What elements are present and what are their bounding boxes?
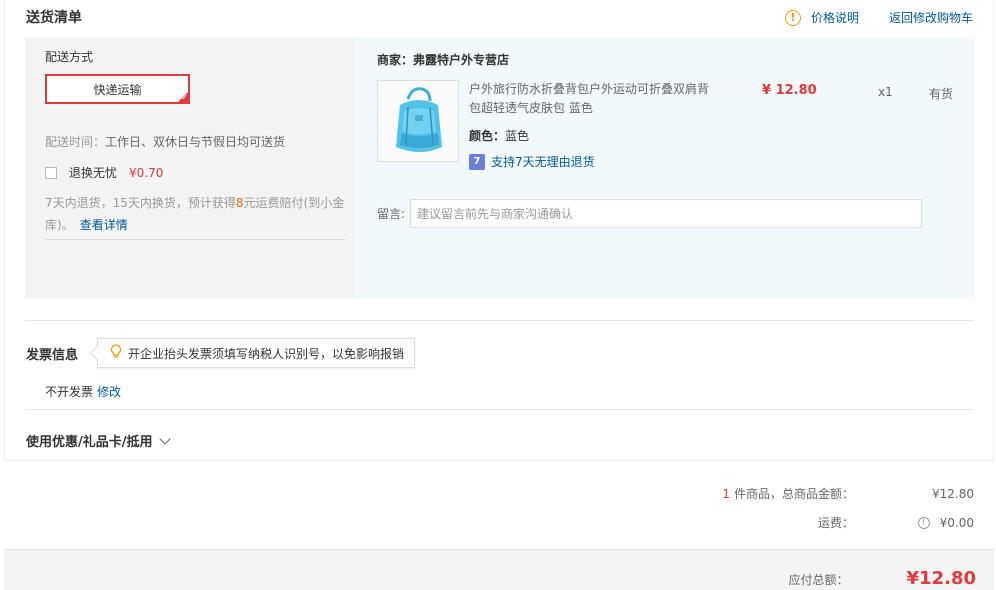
shipping-fee-value: ! ¥0.00 — [854, 516, 974, 530]
seven-day-return-icon: 7 — [469, 153, 485, 170]
insurance-price: ¥0.70 — [129, 165, 164, 180]
payment-total: 应付总额： ¥12.80 — [789, 568, 976, 589]
shipping-method-option[interactable]: 快递运输 ✓ — [45, 74, 190, 104]
pay-total-amount: ¥12.80 — [906, 568, 976, 589]
insurance-desc-prefix: 7天内退货，15天内换货，预计获得 — [45, 196, 236, 210]
payment-bar: 应付总额： ¥12.80 — [4, 549, 994, 590]
info-icon[interactable]: ! — [917, 516, 930, 529]
item-total-label: 1 件商品，总商品金额： — [714, 485, 854, 502]
invoice-value-text: 不开发票 — [45, 385, 94, 399]
item-count: 1 — [722, 487, 730, 501]
insurance-detail-link[interactable]: 查看详情 — [80, 218, 128, 232]
return-policy-text: 支持7天无理由退货 — [491, 155, 595, 169]
price-info-label: 价格说明 — [810, 11, 859, 25]
chevron-down-icon — [158, 432, 171, 445]
product-quantity: x1 — [878, 85, 893, 99]
shipping-time-value: 工作日、双休日与节假日均可送货 — [105, 135, 286, 149]
message-input[interactable] — [410, 199, 922, 228]
product-price: ¥ 12.80 — [762, 83, 817, 98]
shipping-time-label: 配送时间： — [45, 135, 106, 149]
shipping-box: 配送方式 快递运输 ✓ 配送时间：工作日、双休日与节假日均可送货 退换无忧 ¥0… — [25, 37, 974, 299]
message-label: 留言: — [377, 207, 406, 221]
product-color-value: 蓝色 — [505, 129, 530, 143]
top-links: ! 价格说明 返回修改购物车 — [784, 9, 973, 26]
shipping-fee-amount: ¥0.00 — [939, 515, 974, 530]
check-icon: ✓ — [181, 93, 188, 102]
product-color-label: 颜色： — [469, 129, 506, 143]
shipping-fee-label: 运费： — [817, 516, 854, 530]
insurance-row: 退换无忧 ¥0.70 — [45, 164, 163, 181]
shipping-method-text: 快递运输 — [93, 82, 142, 97]
lightbulb-icon — [110, 344, 122, 362]
insurance-divider — [45, 239, 345, 240]
shipping-options-panel: 配送方式 快递运输 ✓ 配送时间：工作日、双休日与节假日均可送货 退换无忧 ¥0… — [25, 37, 355, 299]
product-name[interactable]: 户外旅行防水折叠背包户外运动可折叠双肩背包超轻透气皮肤包 蓝色 — [469, 80, 719, 118]
delivery-card: 送货清单 ! 价格说明 返回修改购物车 配送方式 快递运输 ✓ 配送时间：工作日… — [4, 0, 994, 461]
invoice-title: 发票信息 — [26, 348, 79, 363]
divider — [25, 320, 974, 321]
product-color: 颜色：蓝色 — [469, 127, 529, 144]
exclamation-icon: ! — [784, 9, 801, 26]
invoice-value: 不开发票 修改 — [45, 383, 121, 400]
shipping-time: 配送时间：工作日、双休日与节假日均可送货 — [45, 133, 285, 150]
invoice-tip: 开企业抬头发票须填写纳税人识别号，以免影响报销 — [89, 338, 416, 368]
item-total-row: 1 件商品，总商品金额： ¥12.80 — [714, 485, 974, 502]
insurance-label: 退换无忧 — [69, 166, 118, 180]
pay-total-label: 应付总额： — [788, 573, 849, 587]
insurance-desc-amount: 8 — [235, 196, 244, 210]
section-title: 送货清单 — [26, 10, 82, 26]
merchant-name: 商家：弗露特户外专营店 — [377, 53, 510, 67]
product-stock: 有货 — [929, 87, 954, 101]
invoice-edit-link[interactable]: 修改 — [97, 385, 121, 399]
return-policy: 7 支持7天无理由退货 — [469, 153, 595, 170]
item-total-value: ¥12.80 — [932, 486, 974, 501]
coupon-label: 使用优惠/礼品卡/抵用 — [26, 435, 153, 450]
price-info-link[interactable]: ! 价格说明 — [784, 9, 859, 26]
back-to-cart-link[interactable]: 返回修改购物车 — [889, 9, 973, 26]
insurance-checkbox[interactable] — [45, 166, 57, 179]
backpack-image — [378, 81, 458, 161]
item-total-label-text: 件商品，总商品金额： — [733, 487, 854, 501]
invoice-tip-text: 开企业抬头发票须填写纳税人识别号，以免影响报销 — [128, 346, 405, 361]
insurance-description: 7天内退货，15天内换货，预计获得8元运费赔付(到小金库)。 查看详情 — [45, 192, 345, 236]
shipping-fee-row: 运费： ! ¥0.00 — [714, 514, 974, 531]
shipping-method-label: 配送方式 — [45, 50, 94, 64]
product-image[interactable] — [377, 80, 459, 162]
tip-arrow — [89, 345, 105, 361]
divider — [25, 409, 974, 410]
coupon-toggle[interactable]: 使用优惠/礼品卡/抵用 — [26, 431, 171, 450]
